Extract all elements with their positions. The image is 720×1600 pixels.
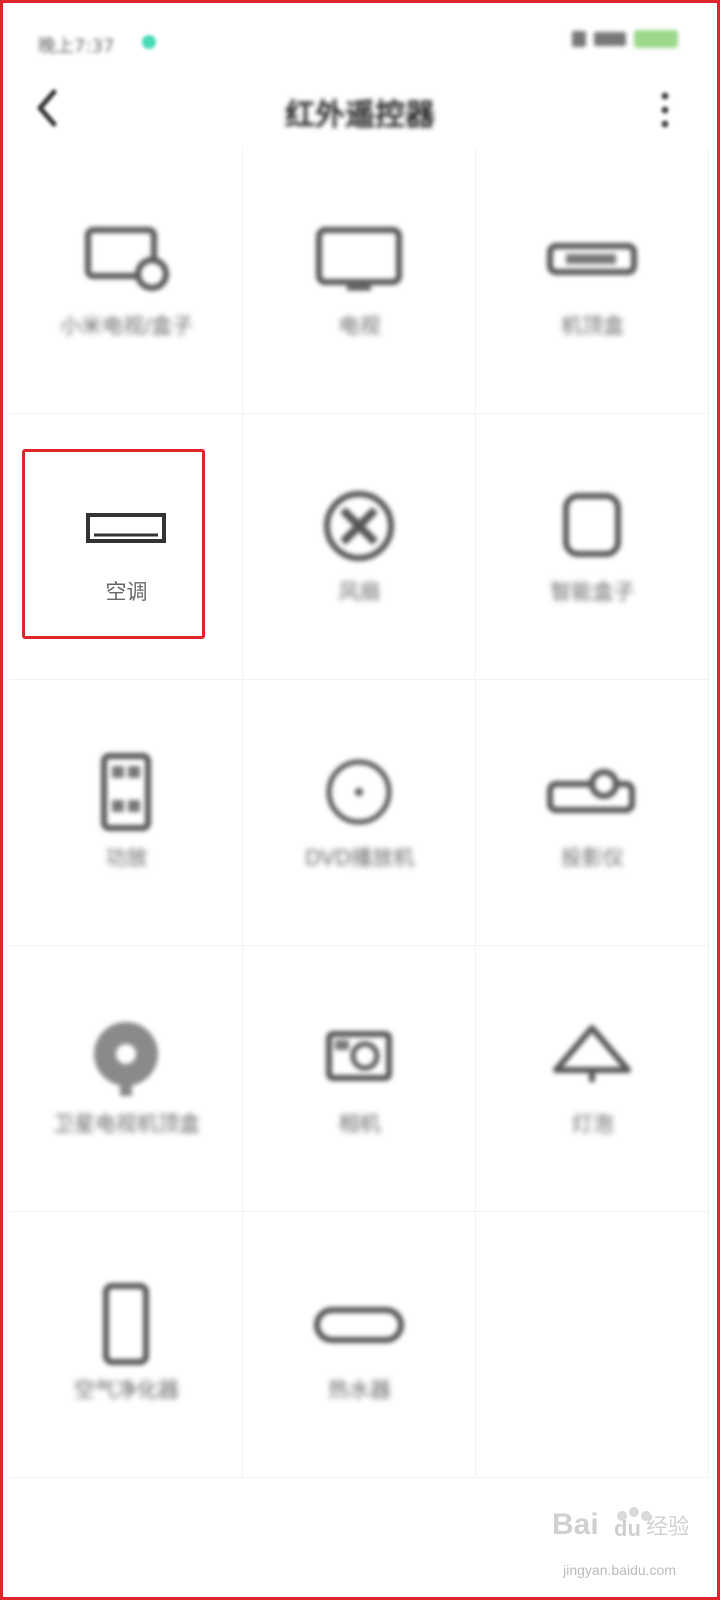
- notification-dot-icon: [142, 35, 156, 49]
- device-water-heater[interactable]: 热水器: [243, 1212, 476, 1478]
- smart-box-icon: [563, 493, 621, 557]
- status-time: 晚上7:37: [38, 36, 115, 57]
- tv-icon: [316, 227, 402, 291]
- projector-icon: [547, 769, 635, 813]
- set-top-box-icon: [547, 243, 637, 275]
- device-amplifier[interactable]: 功放: [10, 680, 243, 946]
- device-lamp[interactable]: 灯泡: [476, 946, 709, 1212]
- camera-icon: [326, 1031, 392, 1081]
- header: 红外遥控器: [0, 80, 720, 140]
- device-dvd-player[interactable]: DVD播放机: [243, 680, 476, 946]
- device-label: 热水器: [328, 1378, 391, 1402]
- device-label: 风扇: [338, 580, 381, 604]
- device-grid: 小米电视/盒子 电视 机顶盒 空调 风扇 智能盒子 功放 DVD播放机 投影仪 …: [10, 148, 710, 1478]
- device-camera[interactable]: 相机: [243, 946, 476, 1212]
- device-label: 机顶盒: [561, 314, 624, 338]
- battery-icon: [634, 30, 678, 48]
- device-tv-box[interactable]: 小米电视/盒子: [10, 148, 243, 414]
- water-heater-icon: [314, 1307, 404, 1343]
- device-smart-box[interactable]: 智能盒子: [476, 414, 709, 680]
- device-label: 相机: [338, 1112, 381, 1136]
- amplifier-icon: [101, 753, 151, 831]
- more-options-icon[interactable]: [660, 88, 670, 132]
- empty-cell: [476, 1212, 709, 1478]
- watermark-url: jingyan.baidu.com: [563, 1562, 676, 1578]
- satellite-icon: [94, 1022, 158, 1096]
- air-purifier-icon: [103, 1283, 149, 1365]
- device-tv[interactable]: 电视: [243, 148, 476, 414]
- device-label: 灯泡: [571, 1112, 614, 1136]
- device-label: 投影仪: [561, 846, 624, 870]
- device-satellite[interactable]: 卫星电视机顶盒: [10, 946, 243, 1212]
- status-icons: [572, 30, 678, 48]
- fan-icon: [324, 491, 394, 561]
- dvd-player-icon: [326, 759, 392, 825]
- svg-text:经验: 经验: [646, 1515, 688, 1540]
- tv-box-icon: [85, 227, 169, 291]
- device-label: 小米电视/盒子: [59, 314, 194, 338]
- device-label: DVD播放机: [304, 846, 415, 870]
- device-label: 空气净化器: [74, 1378, 179, 1402]
- device-label: 卫星电视机顶盒: [53, 1112, 200, 1136]
- device-fan[interactable]: 风扇: [243, 414, 476, 680]
- device-projector[interactable]: 投影仪: [476, 680, 709, 946]
- svg-text:Bai: Bai: [552, 1508, 599, 1541]
- device-set-top-box[interactable]: 机顶盒: [476, 148, 709, 414]
- device-label: 功放: [105, 846, 148, 870]
- signal-icon: [594, 32, 626, 46]
- lamp-icon: [553, 1025, 631, 1082]
- selection-highlight: [22, 449, 205, 639]
- baidu-jingyan-logo: Bai du 经验: [552, 1507, 688, 1541]
- alarm-icon: [572, 31, 586, 47]
- device-label: 智能盒子: [550, 580, 635, 604]
- device-air-purifier[interactable]: 空气净化器: [10, 1212, 243, 1478]
- status-bar: 晚上7:37: [0, 0, 720, 80]
- page-title: 红外遥控器: [285, 98, 435, 133]
- svg-text:du: du: [614, 1516, 641, 1541]
- device-label: 电视: [338, 314, 381, 338]
